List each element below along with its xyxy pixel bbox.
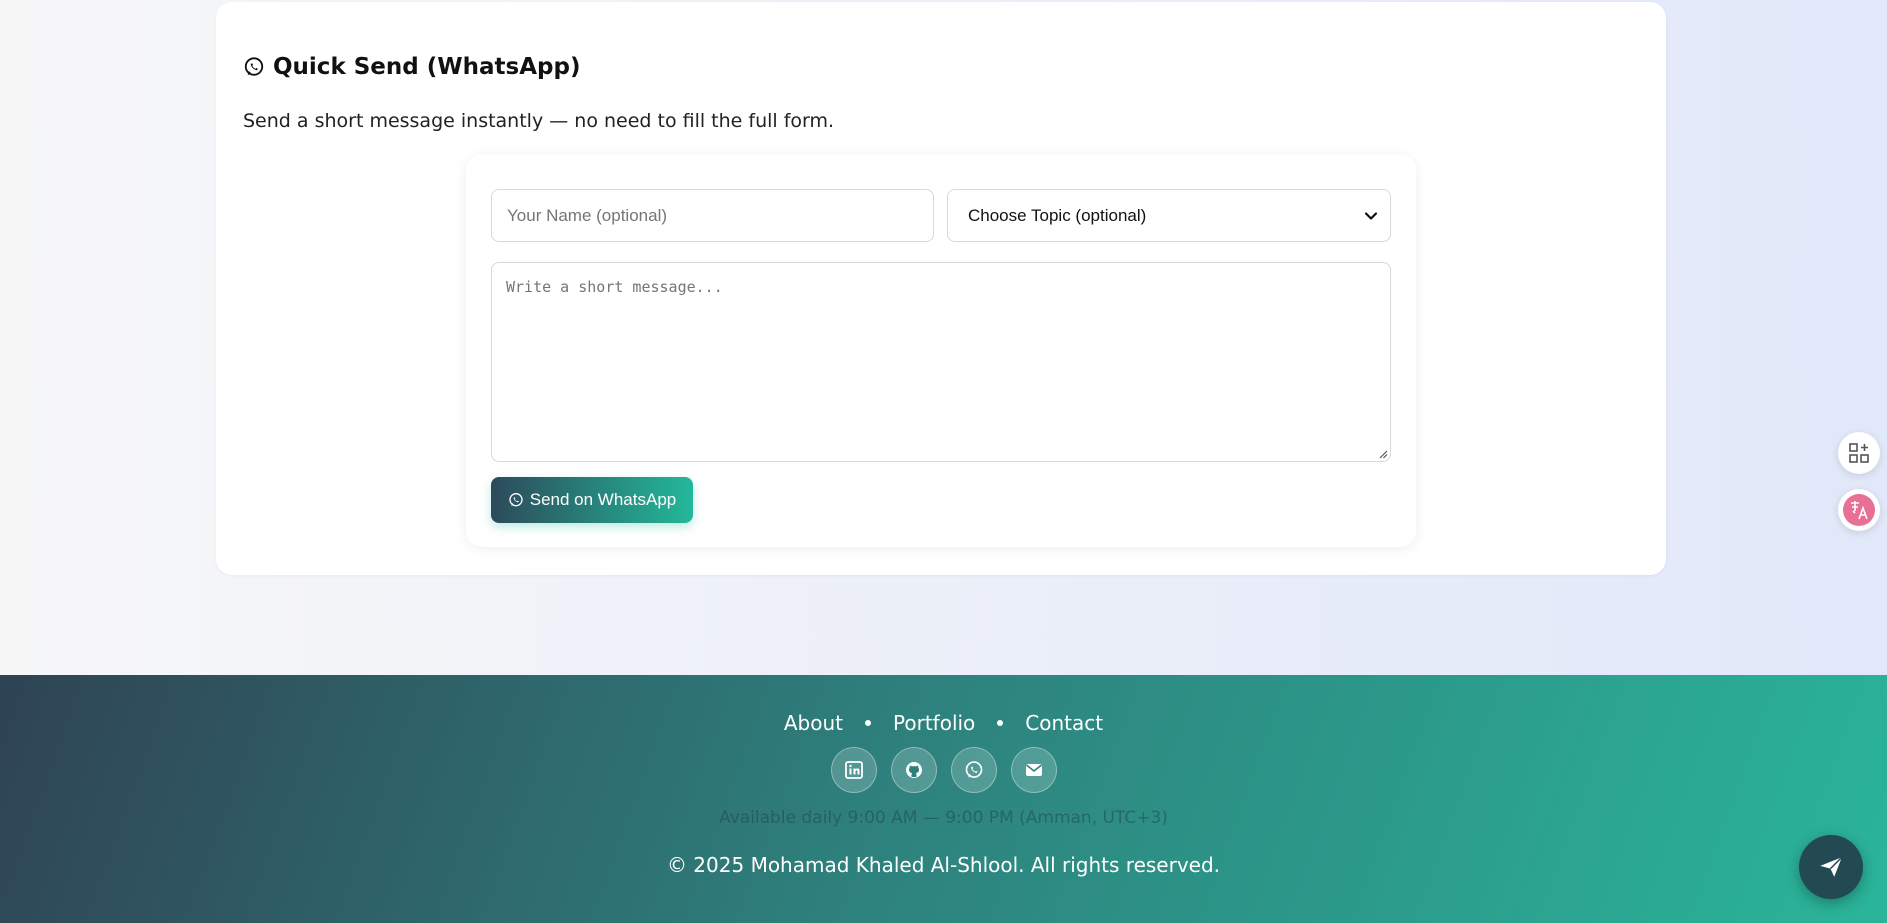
quick-send-description: Send a short message instantly — no need… [243, 110, 835, 132]
main-area: Quick Send (WhatsApp) Send a short messa… [0, 0, 1887, 675]
footer-nav: About Portfolio Contact [0, 711, 1887, 735]
topic-select-value: Choose Topic (optional) [968, 205, 1147, 225]
footer-link-about[interactable]: About [784, 711, 843, 735]
whatsapp-icon [965, 761, 982, 778]
floating-send-button[interactable] [1799, 835, 1863, 899]
translate-icon [1843, 494, 1875, 526]
side-translate-button[interactable] [1838, 489, 1880, 531]
email-link[interactable] [1010, 747, 1057, 793]
footer-link-portfolio[interactable]: Portfolio [893, 711, 975, 735]
send-whatsapp-label: Send on WhatsApp [529, 490, 677, 509]
social-links [0, 747, 1887, 793]
copyright: © 2025 Mohamad Khaled Al-Shlool. All rig… [666, 853, 1221, 877]
linkedin-icon [844, 761, 863, 779]
github-icon [905, 762, 922, 778]
whatsapp-link[interactable] [950, 747, 997, 793]
topic-select[interactable]: Choose Topic (optional) [947, 189, 1391, 242]
whatsapp-icon [244, 57, 264, 76]
send-whatsapp-button[interactable]: Send on WhatsApp [491, 477, 693, 523]
nav-separator [997, 720, 1004, 726]
quick-send-title-text: Quick Send (WhatsApp) [273, 54, 581, 80]
whatsapp-icon [509, 493, 523, 507]
chevron-down-icon [1364, 211, 1378, 220]
linkedin-link[interactable] [830, 747, 877, 793]
resize-grip-icon[interactable] [1378, 449, 1388, 459]
availability-hours: Available daily 9:00 AM — 9:00 PM (Amman… [719, 808, 1168, 828]
nav-separator [865, 720, 872, 726]
side-apps-button[interactable] [1838, 432, 1880, 474]
apps-grid-icon [1849, 443, 1869, 463]
paper-plane-icon [1820, 856, 1843, 877]
footer-link-contact[interactable]: Contact [1025, 711, 1103, 735]
envelope-icon [1025, 764, 1042, 776]
message-textarea[interactable] [491, 262, 1391, 462]
github-link[interactable] [890, 747, 937, 793]
name-input[interactable] [491, 189, 934, 242]
site-footer: About Portfolio Contact Available daily … [0, 675, 1887, 923]
quick-send-title: Quick Send (WhatsApp) [243, 54, 580, 80]
